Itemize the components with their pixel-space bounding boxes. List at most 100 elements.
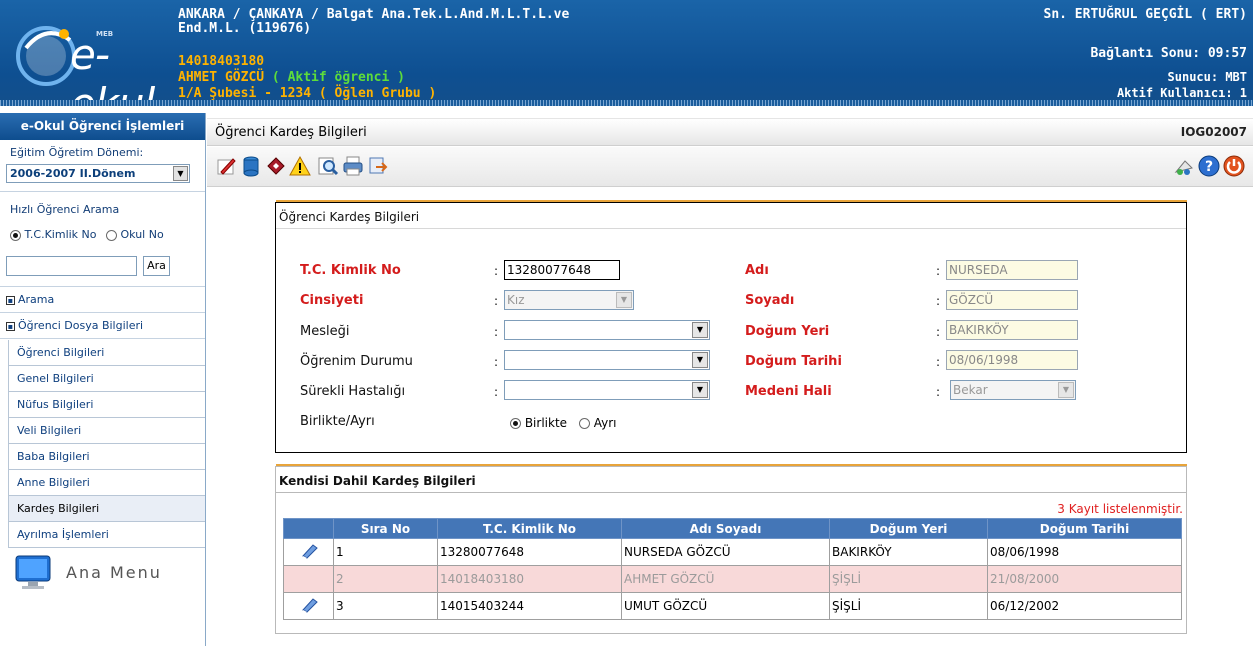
illness-label: Sürekli Hastalığı <box>300 384 406 399</box>
preview-icon[interactable] <box>317 155 339 177</box>
main-menu-link[interactable]: Ana Menu <box>14 553 204 595</box>
menu-group-dosya-label: Öğrenci Dosya Bilgileri <box>18 319 144 332</box>
power-icon[interactable] <box>1223 155 1245 177</box>
cell-sira: 2 <box>333 565 438 593</box>
page-code: IOG02007 <box>1180 125 1247 139</box>
colon: : <box>936 385 941 399</box>
connection-timer: Bağlantı Sonu: 09:57 <box>1090 46 1247 61</box>
student-name-line: AHMET GÖZCÜ ( Aktif öğrenci ) <box>178 70 405 85</box>
job-select[interactable]: ▼ <box>504 320 710 340</box>
sidebar-item-nufus-bilgileri[interactable]: Nüfus Bilgileri <box>8 392 205 418</box>
cell-tc: 13280077648 <box>437 538 622 566</box>
chevron-down-icon[interactable]: ▼ <box>692 322 708 338</box>
cell-name: NURSEDA GÖZCÜ <box>621 538 830 566</box>
colon: : <box>936 325 941 339</box>
school-name-line2: End.M.L. (119676) <box>178 21 312 36</box>
quick-search-label: Hızlı Öğrenci Arama <box>10 203 120 216</box>
column-header-name: Adı Soyadı <box>621 518 830 539</box>
birthplace-label: Doğum Yeri <box>745 324 830 339</box>
row-edit-cell[interactable] <box>283 538 334 566</box>
column-header-birthplace: Doğum Yeri <box>829 518 988 539</box>
radio-tc-kimlik[interactable] <box>10 229 21 241</box>
colon: : <box>494 385 499 399</box>
sidebar-item-ogrenci-bilgileri[interactable]: Öğrenci Bilgileri <box>8 340 205 366</box>
column-header-birthdate: Doğum Tarihi <box>987 518 1182 539</box>
birthdate-input: 08/06/1998 <box>946 350 1078 370</box>
print-icon[interactable] <box>342 155 364 177</box>
term-select-value: 2006-2007 II.Dönem <box>10 167 136 180</box>
help-icon[interactable]: ? <box>1198 155 1220 177</box>
radio-birlikte[interactable] <box>510 418 521 429</box>
term-label: Eğitim Öğretim Dönemi: <box>10 146 144 159</box>
table-header-row: Sıra No T.C. Kimlik No Adı Soyadı Doğum … <box>283 518 1182 539</box>
sidebar-item-genel-bilgileri[interactable]: Genel Bilgileri <box>8 366 205 392</box>
column-header-tc: T.C. Kimlik No <box>437 518 622 539</box>
quick-search-input[interactable] <box>6 256 137 276</box>
table-row[interactable]: 3 14015403244 UMUT GÖZCÜ ŞİŞLİ 06/12/200… <box>283 592 1182 620</box>
warning-icon[interactable] <box>289 155 311 177</box>
colon: : <box>936 264 941 278</box>
export-icon[interactable] <box>367 155 389 177</box>
app-header: MEB e-okul ANKARA / ÇANKAYA / Balgat Ana… <box>0 0 1253 128</box>
menu-group-arama[interactable]: ▪ Arama <box>0 287 205 313</box>
tc-input[interactable]: 13280077648 <box>504 260 620 280</box>
radio-ayri[interactable] <box>578 418 590 429</box>
expand-icon: ▪ <box>6 295 15 305</box>
chevron-down-icon: ▼ <box>616 292 632 308</box>
together-radios: Birlikte Ayrı <box>510 416 616 430</box>
colon: : <box>494 264 499 278</box>
marital-label: Medeni Hali <box>745 384 832 399</box>
row-edit-cell <box>283 565 334 593</box>
sidebar-item-veli-bilgileri[interactable]: Veli Bilgileri <box>8 418 205 444</box>
term-select[interactable]: 2006-2007 II.Dönem ▼ <box>6 164 190 183</box>
cell-name: UMUT GÖZCÜ <box>621 592 830 620</box>
cell-tc: 14018403180 <box>437 565 622 593</box>
divider <box>0 191 205 192</box>
menu-group-dosya[interactable]: ▪ Öğrenci Dosya Bilgileri <box>0 313 205 339</box>
chevron-down-icon[interactable]: ▼ <box>692 352 708 368</box>
sidebar-item-ayrilma-islemleri[interactable]: Ayrılma İşlemleri <box>8 522 205 548</box>
table-row[interactable]: 1 13280077648 NURSEDA GÖZCÜ BAKIRKÖY 08/… <box>283 538 1182 566</box>
edit-icon[interactable] <box>215 155 237 177</box>
monitor-icon <box>15 555 51 589</box>
eraser-icon[interactable] <box>265 155 287 177</box>
name-input: NURSEDA <box>946 260 1078 280</box>
marital-select: Bekar ▼ <box>950 380 1076 400</box>
cell-birthdate: 21/08/2000 <box>987 565 1182 593</box>
logo-swirl-icon <box>16 26 76 86</box>
search-button[interactable]: Ara <box>143 256 170 276</box>
student-status: ( Aktif öğrenci ) <box>271 70 405 85</box>
cell-birthplace: ŞİŞLİ <box>829 565 988 593</box>
edu-select[interactable]: ▼ <box>504 350 710 370</box>
illness-select[interactable]: ▼ <box>504 380 710 400</box>
sidebar-item-anne-bilgileri[interactable]: Anne Bilgileri <box>8 470 205 496</box>
menu-group-arama-label: Arama <box>18 293 55 306</box>
school-name-line1: ANKARA / ÇANKAYA / Balgat Ana.Tek.L.And.… <box>178 7 570 22</box>
radio-okul-no[interactable] <box>106 229 118 241</box>
cell-name: AHMET GÖZCÜ <box>621 565 830 593</box>
cell-birthplace: ŞİŞLİ <box>829 592 988 620</box>
edit-record-icon[interactable] <box>301 597 319 613</box>
chevron-down-icon[interactable]: ▼ <box>173 166 188 181</box>
siblings-panel-title: Kendisi Dahil Kardeş Bilgileri <box>276 467 1186 493</box>
colon: : <box>936 294 941 308</box>
row-edit-cell[interactable] <box>283 592 334 620</box>
cell-birthplace: BAKIRKÖY <box>829 538 988 566</box>
sidebar: e-Okul Öğrenci İşlemleri Eğitim Öğretim … <box>0 113 206 646</box>
form-panel-title: Öğrenci Kardeş Bilgileri <box>276 203 1186 229</box>
gender-select-value: Kız <box>507 293 525 307</box>
sidebar-item-baba-bilgileri[interactable]: Baba Bilgileri <box>8 444 205 470</box>
edit-record-icon[interactable] <box>301 543 319 559</box>
marital-select-value: Bekar <box>953 383 988 397</box>
svg-text:?: ? <box>1205 159 1213 175</box>
chevron-down-icon[interactable]: ▼ <box>692 382 708 398</box>
radio-okul-label: Okul No <box>120 228 164 241</box>
server-label: Sunucu: MBT <box>1167 70 1247 84</box>
page-title: Öğrenci Kardeş Bilgileri <box>215 125 367 140</box>
radio-tc-label: T.C.Kimlik No <box>24 228 97 241</box>
sidebar-item-kardes-bilgileri[interactable]: Kardeş Bilgileri <box>8 496 205 522</box>
chevron-down-icon: ▼ <box>1058 382 1074 398</box>
siblings-table: Sıra No T.C. Kimlik No Adı Soyadı Doğum … <box>283 518 1182 620</box>
database-icon[interactable] <box>240 155 262 177</box>
connection-icon[interactable] <box>1173 155 1195 177</box>
